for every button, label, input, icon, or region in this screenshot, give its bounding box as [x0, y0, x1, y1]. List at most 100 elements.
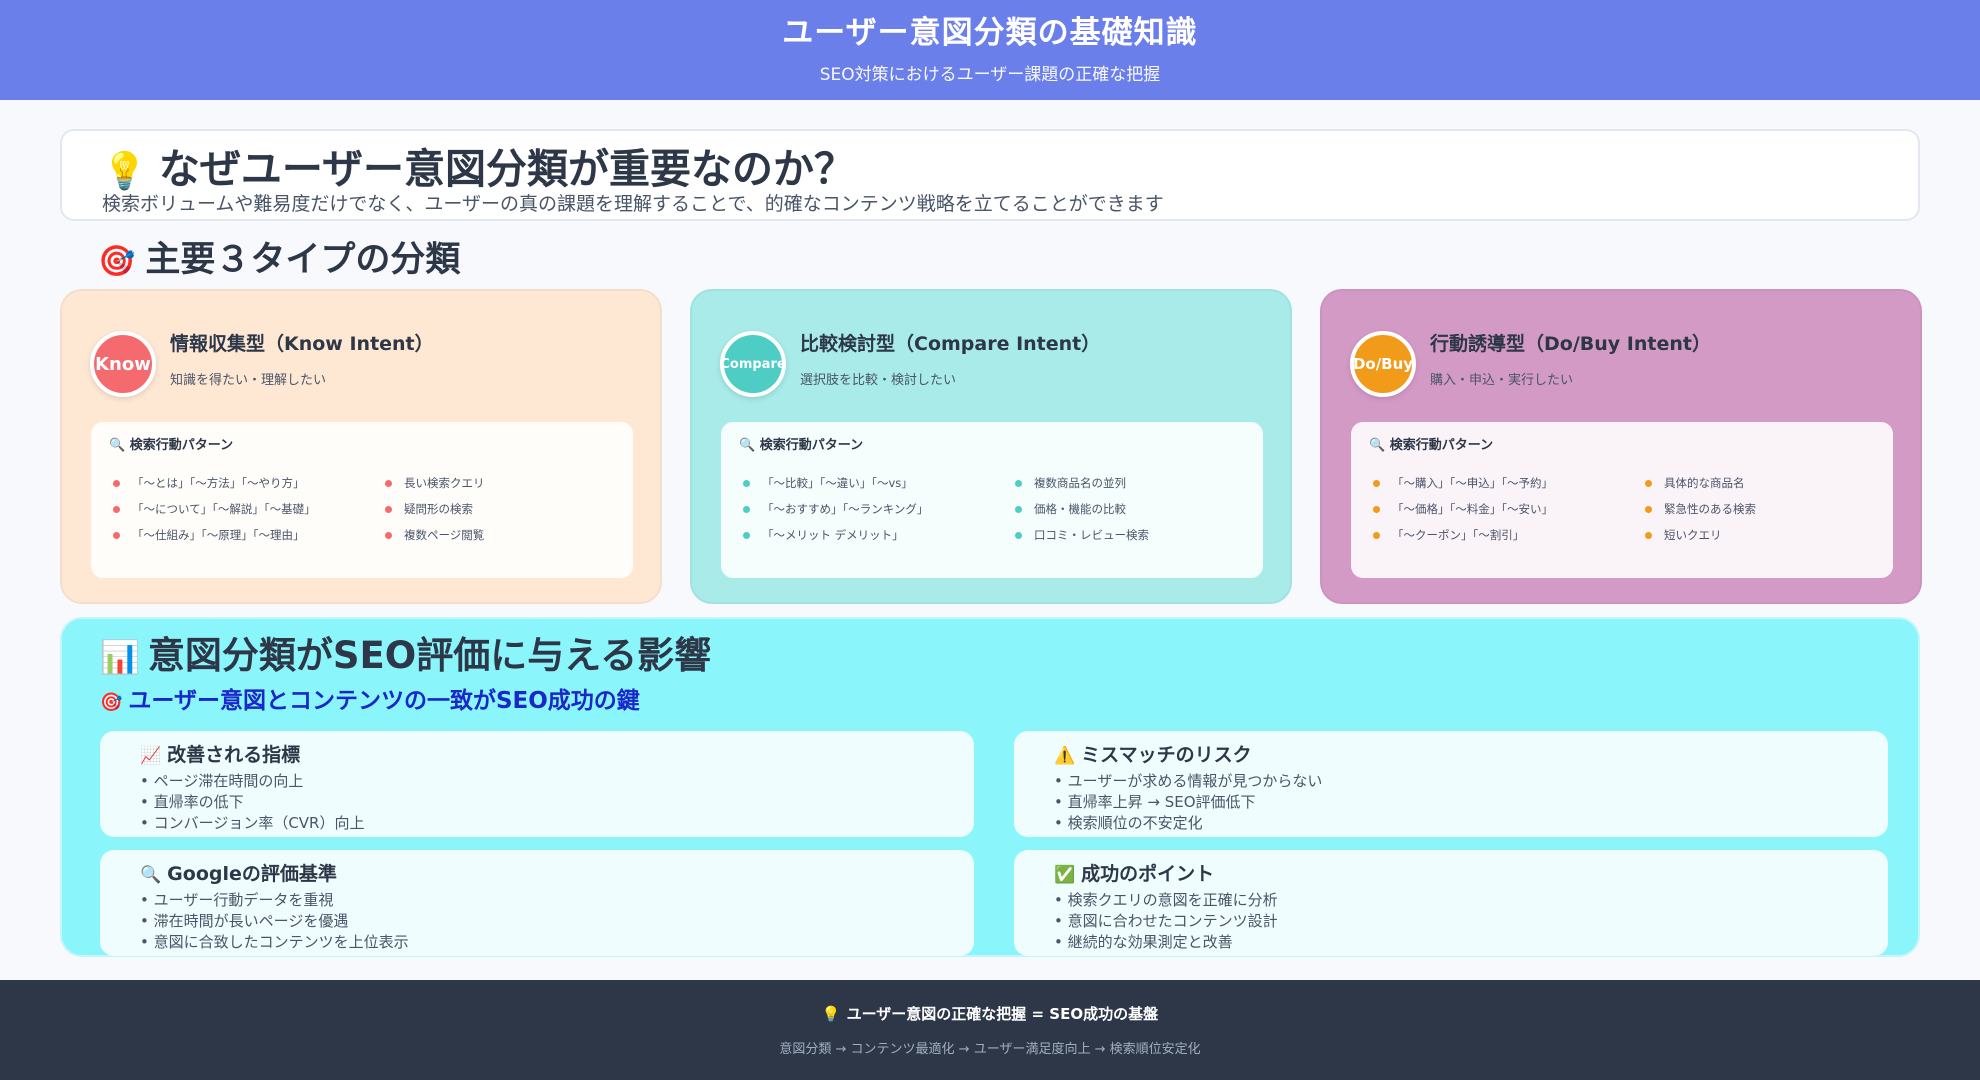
- impact-subtitle-text: ユーザー意図とコンテンツの一致がSEO成功の鍵: [128, 688, 640, 714]
- list-item: • 意図に合致したコンテンツを上位表示: [140, 933, 409, 951]
- intent-card-subtitle: 知識を得たい・理解したい: [170, 373, 327, 388]
- intent-card-subtitle: 購入・申込・実行したい: [1430, 373, 1574, 388]
- why-description: 検索ボリュームや難易度だけでなく、ユーザーの真の課題を理解することで、的確なコン…: [102, 193, 1164, 215]
- list-item: • ページ滞在時間の向上: [140, 772, 304, 790]
- list-item-text: 価格・機能の比較: [1034, 502, 1126, 516]
- search-pattern-title-text: 検索行動パターン: [759, 438, 864, 453]
- bullet-dot-icon: [113, 505, 120, 513]
- list-item: • 滞在時間が長いページを優遇: [140, 912, 349, 930]
- types-section-title: 🎯 主要３タイプの分類: [98, 231, 460, 282]
- bullet-dot-icon: [1645, 505, 1652, 513]
- pattern-list-right: 複数商品名の並列 価格・機能の比較 口コミ・レビュー検索: [1015, 470, 1149, 548]
- intent-badge-dobuy: Do/Buy: [1350, 331, 1416, 397]
- list-item: • 直帰率上昇 → SEO評価低下: [1054, 793, 1256, 811]
- intent-badge-compare: Compare: [720, 331, 786, 397]
- list-item: 緊急性のある検索: [1645, 496, 1756, 522]
- search-icon: 🔍: [739, 438, 756, 453]
- list-item: 具体的な商品名: [1645, 470, 1756, 496]
- page-header: ユーザー意図分類の基礎知識 SEO対策におけるユーザー課題の正確な把握: [0, 0, 1980, 100]
- impact-subtitle: 🎯 ユーザー意図とコンテンツの一致がSEO成功の鍵: [100, 681, 640, 715]
- bullet-dot-icon: [1373, 531, 1380, 539]
- list-item-text: 緊急性のある検索: [1664, 502, 1756, 516]
- impact-box-improved-metrics: 📈 改善される指標 • ページ滞在時間の向上 • 直帰率の低下 • コンバージョン…: [100, 731, 974, 837]
- impact-box-title-text: 成功のポイント: [1081, 863, 1215, 885]
- list-item: 「〜価格」「〜料金」「〜安い」: [1373, 496, 1553, 522]
- list-item: 価格・機能の比較: [1015, 496, 1149, 522]
- pattern-list-left: 「〜比較」「〜違い」「〜vs」 「〜おすすめ」「〜ランキング」 「〜メリット デ…: [743, 470, 928, 548]
- list-item: • 検索順位の不安定化: [1054, 814, 1203, 832]
- impact-box-google-criteria: 🔍 Googleの評価基準 • ユーザー行動データを重視 • 滞在時間が長いページ…: [100, 850, 974, 956]
- search-pattern-title: 🔍 検索行動パターン: [109, 434, 233, 453]
- impact-box-title-text: Googleの評価基準: [167, 863, 337, 885]
- why-title-text: なぜユーザー意図分類が重要なのか？: [158, 145, 856, 193]
- intent-card-title: 行動誘導型（Do/Buy Intent）: [1430, 333, 1711, 355]
- impact-title: 📊 意図分類がSEO評価に与える影響: [100, 625, 711, 679]
- bullet-dot-icon: [1015, 479, 1022, 487]
- page-title: ユーザー意図分類の基礎知識: [782, 15, 1198, 51]
- bullet-dot-icon: [385, 531, 392, 539]
- list-item: 「〜おすすめ」「〜ランキング」: [743, 496, 928, 522]
- impact-box-list: • 検索クエリの意図を正確に分析 • 意図に合わせたコンテンツ設計 • 継続的な…: [1054, 890, 1278, 953]
- footer-main-text: ユーザー意図の正確な把握 = SEO成功の基盤: [846, 1005, 1159, 1023]
- list-item: 長い検索クエリ: [385, 470, 485, 496]
- impact-box-list: • ページ滞在時間の向上 • 直帰率の低下 • コンバージョン率（CVR）向上: [140, 771, 364, 834]
- list-item: 複数商品名の並列: [1015, 470, 1149, 496]
- list-item: 「〜とは」「〜方法」「〜やり方」: [113, 470, 316, 496]
- search-pattern-panel: 🔍 検索行動パターン 「〜比較」「〜違い」「〜vs」 「〜おすすめ」「〜ランキン…: [721, 422, 1263, 578]
- impact-box-list: • ユーザー行動データを重視 • 滞在時間が長いページを優遇 • 意図に合致した…: [140, 890, 409, 953]
- bullet-dot-icon: [1373, 479, 1380, 487]
- search-icon: 🔍: [140, 865, 162, 885]
- bullet-dot-icon: [113, 531, 120, 539]
- list-item-text: 複数商品名の並列: [1034, 476, 1126, 490]
- list-item: • 検索クエリの意図を正確に分析: [1054, 891, 1278, 909]
- bar-chart-icon: 📊: [100, 638, 140, 676]
- footer-flow: 意図分類 → コンテンツ最適化 → ユーザー満足度向上 → 検索順位安定化: [779, 1042, 1201, 1057]
- lightbulb-icon: 💡: [821, 1005, 841, 1023]
- list-item-text: 長い検索クエリ: [404, 476, 485, 490]
- search-pattern-title-text: 検索行動パターン: [129, 438, 234, 453]
- list-item: 疑問形の検索: [385, 496, 485, 522]
- bullet-dot-icon: [113, 479, 120, 487]
- pattern-list-left: 「〜購入」「〜申込」「〜予約」 「〜価格」「〜料金」「〜安い」 「〜クーポン」「…: [1373, 470, 1553, 548]
- warning-icon: ⚠️: [1054, 746, 1076, 766]
- intent-card-title: 比較検討型（Compare Intent）: [800, 333, 1101, 355]
- intent-card-dobuy: Do/Buy 行動誘導型（Do/Buy Intent） 購入・申込・実行したい …: [1320, 289, 1922, 604]
- intent-card-know: Know 情報収集型（Know Intent） 知識を得たい・理解したい 🔍 検…: [60, 289, 662, 604]
- list-item-text: 「〜比較」「〜違い」「〜vs」: [762, 476, 913, 490]
- list-item: 「〜メリット デメリット」: [743, 522, 928, 548]
- search-pattern-title: 🔍 検索行動パターン: [1369, 434, 1493, 453]
- intent-card-subtitle: 選択肢を比較・検討したい: [800, 373, 957, 388]
- list-item-text: 短いクエリ: [1664, 528, 1722, 542]
- list-item: • 直帰率の低下: [140, 793, 244, 811]
- list-item: • コンバージョン率（CVR）向上: [140, 814, 365, 832]
- search-pattern-title-text: 検索行動パターン: [1389, 438, 1494, 453]
- chart-up-icon: 📈: [140, 746, 162, 766]
- why-title: 💡 なぜユーザー意図分類が重要なのか？: [102, 135, 855, 195]
- list-item-text: 「〜おすすめ」「〜ランキング」: [762, 502, 929, 516]
- intent-card-title: 情報収集型（Know Intent）: [170, 333, 434, 355]
- list-item: 「〜について」「〜解説」「〜基礎」: [113, 496, 316, 522]
- why-important-box: 💡 なぜユーザー意図分類が重要なのか？ 検索ボリュームや難易度だけでなく、ユーザー…: [60, 129, 1920, 221]
- types-section-title-text: 主要３タイプの分類: [145, 240, 461, 280]
- search-icon: 🔍: [109, 438, 126, 453]
- search-pattern-panel: 🔍 検索行動パターン 「〜購入」「〜申込」「〜予約」 「〜価格」「〜料金」「〜安…: [1351, 422, 1893, 578]
- list-item: 「〜購入」「〜申込」「〜予約」: [1373, 470, 1553, 496]
- search-pattern-panel: 🔍 検索行動パターン 「〜とは」「〜方法」「〜やり方」 「〜について」「〜解説」…: [91, 422, 633, 578]
- list-item-text: 具体的な商品名: [1664, 476, 1745, 490]
- impact-box-title: ⚠️ ミスマッチのリスク: [1054, 740, 1252, 767]
- lightbulb-icon: 💡: [102, 151, 147, 192]
- list-item-text: 「〜メリット デメリット」: [762, 528, 904, 542]
- footer-main: 💡 ユーザー意図の正確な把握 = SEO成功の基盤: [0, 1003, 1980, 1024]
- list-item-text: 口コミ・レビュー検索: [1034, 528, 1149, 542]
- impact-box-mismatch-risk: ⚠️ ミスマッチのリスク • ユーザーが求める情報が見つからない • 直帰率上昇 …: [1014, 731, 1888, 837]
- list-item-text: 「〜について」「〜解説」「〜基礎」: [132, 502, 316, 516]
- impact-box-title-text: ミスマッチのリスク: [1081, 744, 1252, 766]
- check-icon: ✅: [1054, 865, 1076, 885]
- bullet-dot-icon: [1015, 505, 1022, 513]
- list-item: • 継続的な効果測定と改善: [1054, 933, 1233, 951]
- bullet-dot-icon: [1645, 531, 1652, 539]
- search-icon: 🔍: [1369, 438, 1386, 453]
- target-icon: 🎯: [100, 692, 123, 713]
- list-item-text: 「〜仕組み」「〜原理」「〜理由」: [132, 528, 305, 542]
- list-item-text: 「〜クーポン」「〜割引」: [1392, 528, 1525, 542]
